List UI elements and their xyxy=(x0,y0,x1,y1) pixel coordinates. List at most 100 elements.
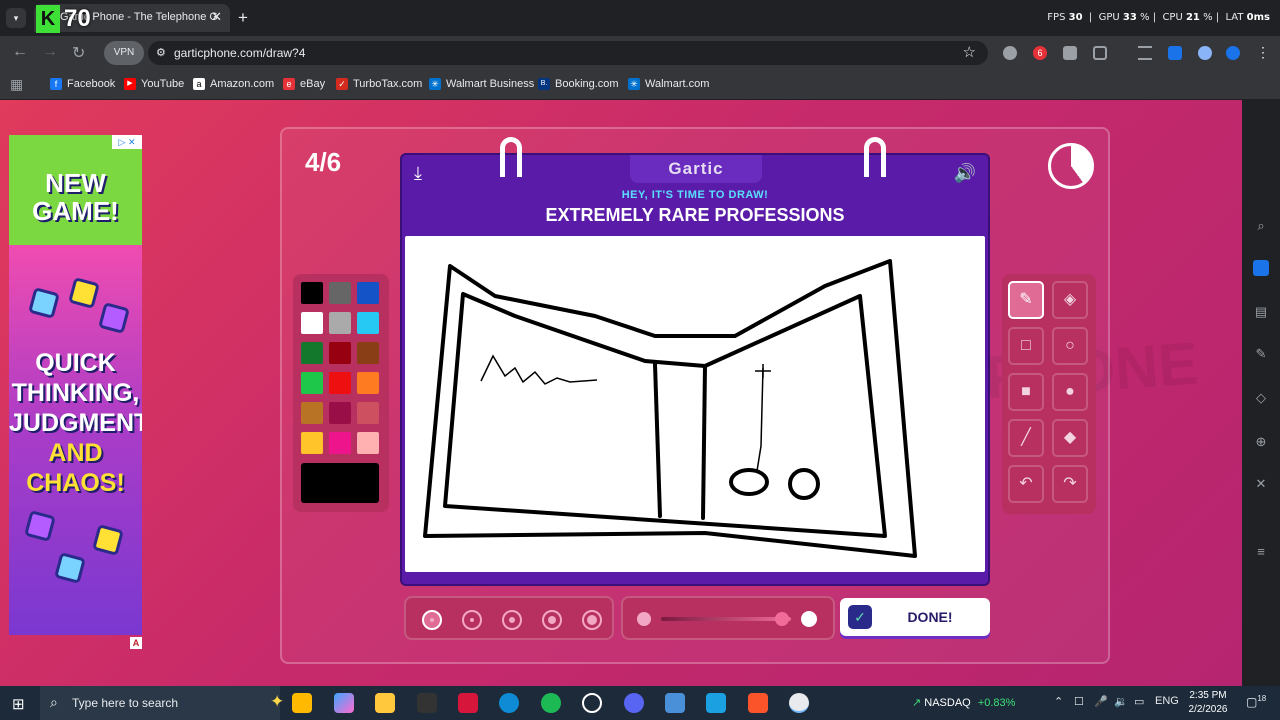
bookmark-star-icon[interactable]: ☆ xyxy=(963,43,976,61)
stock-ticker[interactable]: ↗ NASDAQ +0.83% xyxy=(912,696,1015,709)
vpn-button[interactable]: VPN xyxy=(104,41,144,65)
rectangle-fill-tool-icon[interactable]: ■ xyxy=(1008,373,1044,411)
apps-grid-icon[interactable]: ▦ xyxy=(10,76,23,93)
tools-icon[interactable]: ✕ xyxy=(1253,476,1269,492)
new-tab-button[interactable]: + xyxy=(238,8,248,28)
discord-icon[interactable] xyxy=(624,693,644,713)
color-swatch[interactable] xyxy=(357,372,379,394)
opacity-slider[interactable] xyxy=(621,596,835,640)
settings-sliders-icon[interactable]: ≡ xyxy=(1253,544,1269,560)
bookmark-ebay[interactable]: e eBay xyxy=(283,78,325,90)
sidebar-toggle-icon[interactable] xyxy=(1168,46,1182,60)
color-swatch[interactable] xyxy=(357,402,379,424)
color-swatch[interactable] xyxy=(301,342,323,364)
drawing-canvas[interactable]: PHONE xyxy=(405,236,1200,572)
brush-size-3[interactable] xyxy=(502,610,522,630)
extension-badge-icon[interactable]: 6 xyxy=(1033,46,1047,60)
spotify-icon[interactable] xyxy=(541,693,561,713)
volume-icon[interactable]: 🔉 xyxy=(1114,695,1128,708)
color-swatch[interactable] xyxy=(301,432,323,454)
advertisement[interactable]: NEW GAME! QUICK THINKING, JUDGMENT AND C… xyxy=(9,135,142,635)
extension-icon[interactable] xyxy=(1003,46,1017,60)
bookmark-walmart[interactable]: ✳ Walmart.com xyxy=(628,78,709,90)
browser-menu-icon[interactable]: ⋮ xyxy=(1256,44,1270,61)
microphone-icon[interactable]: 🎤 xyxy=(1094,695,1108,708)
brush-size-2[interactable] xyxy=(462,610,482,630)
chrome-icon[interactable] xyxy=(789,693,809,713)
tray-icon[interactable]: ☐ xyxy=(1074,695,1084,708)
store-icon[interactable] xyxy=(292,693,312,713)
undo-icon[interactable]: ↶ xyxy=(1008,465,1044,503)
notes-icon[interactable]: ✎ xyxy=(1253,346,1269,362)
download-icon[interactable]: ⤓ xyxy=(414,163,422,184)
bookmark-walmart-business[interactable]: ✳ Walmart Business xyxy=(429,78,534,90)
color-swatch[interactable] xyxy=(301,282,323,304)
speaker-icon[interactable]: 🔊 xyxy=(954,163,976,184)
copilot-app-icon[interactable] xyxy=(334,693,354,713)
redo-icon[interactable]: ↷ xyxy=(1052,465,1088,503)
color-swatch[interactable] xyxy=(357,432,379,454)
line-tool-icon[interactable]: ╱ xyxy=(1008,419,1044,457)
brush-size-1[interactable] xyxy=(422,610,442,630)
brush-size-4[interactable] xyxy=(542,610,562,630)
windows-start-icon[interactable]: ⊞ xyxy=(12,695,25,713)
circle-fill-tool-icon[interactable]: ● xyxy=(1052,373,1088,411)
tray-chevron-icon[interactable]: ⌃ xyxy=(1054,695,1063,708)
site-info-icon[interactable]: ⚙ xyxy=(156,46,166,59)
color-swatch[interactable] xyxy=(301,402,323,424)
extension-icon[interactable] xyxy=(1063,46,1077,60)
tag-icon[interactable]: ◇ xyxy=(1253,390,1269,406)
extensions-puzzle-icon[interactable] xyxy=(1093,46,1107,60)
color-swatch[interactable] xyxy=(329,312,351,334)
clock-app-icon[interactable] xyxy=(582,693,602,713)
bookmark-amazon[interactable]: a Amazon.com xyxy=(193,78,274,90)
back-icon[interactable]: ← xyxy=(12,43,28,61)
profile-avatar[interactable] xyxy=(1198,46,1212,60)
color-swatch[interactable] xyxy=(357,282,379,304)
file-explorer-icon[interactable] xyxy=(375,693,395,713)
brush-size-5[interactable] xyxy=(582,610,602,630)
pencil-tool-icon[interactable]: ✎ xyxy=(1008,281,1044,319)
taskbar-clock[interactable]: 2:35 PM 2/2/2026 xyxy=(1182,689,1234,717)
app-icon[interactable] xyxy=(665,693,685,713)
wps-icon[interactable] xyxy=(458,693,478,713)
color-swatch[interactable] xyxy=(329,432,351,454)
notification-icon[interactable]: ▢18 xyxy=(1246,694,1266,709)
color-swatch[interactable] xyxy=(329,282,351,304)
color-swatch[interactable] xyxy=(357,312,379,334)
color-swatch[interactable] xyxy=(301,372,323,394)
bookmark-booking[interactable]: B. Booking.com xyxy=(538,78,619,90)
bookmark-turbotax[interactable]: ✓ TurboTax.com xyxy=(336,78,422,90)
reload-icon[interactable]: ↻ xyxy=(72,43,85,63)
language-indicator[interactable]: ENG xyxy=(1155,695,1179,707)
circle-outline-tool-icon[interactable]: ○ xyxy=(1052,327,1088,365)
bookmark-youtube[interactable]: ▶ YouTube xyxy=(124,78,184,90)
opacity-handle[interactable] xyxy=(775,612,789,626)
taskbar-search[interactable]: ⌕ Type here to search ✦ xyxy=(40,686,284,720)
close-tab-icon[interactable]: ✕ xyxy=(211,9,222,25)
network-icon[interactable]: ▭ xyxy=(1134,695,1144,708)
forward-icon[interactable]: → xyxy=(42,43,58,61)
clipboard-icon[interactable]: ▤ xyxy=(1253,304,1269,320)
queue-icon[interactable] xyxy=(1138,46,1152,60)
rectangle-outline-tool-icon[interactable]: □ xyxy=(1008,327,1044,365)
bookmark-facebook[interactable]: f Facebook xyxy=(50,78,115,90)
color-swatch[interactable] xyxy=(329,342,351,364)
fill-bucket-tool-icon[interactable]: ◆ xyxy=(1052,419,1088,457)
address-bar[interactable]: ⚙ garticphone.com/draw?4 ☆ xyxy=(148,41,988,65)
copilot-icon[interactable] xyxy=(1253,260,1269,276)
color-swatch[interactable] xyxy=(357,342,379,364)
ad-choices-icon[interactable]: ▷ ✕ xyxy=(112,135,142,149)
app-icon[interactable] xyxy=(417,693,437,713)
app-icon[interactable] xyxy=(706,693,726,713)
brave-icon[interactable] xyxy=(748,693,768,713)
gamepad-icon[interactable]: ⊕ xyxy=(1253,434,1269,450)
opacity-track[interactable] xyxy=(661,617,791,621)
color-swatch[interactable] xyxy=(329,372,351,394)
done-button[interactable]: ✓ DONE! xyxy=(840,598,990,636)
color-swatch[interactable] xyxy=(329,402,351,424)
edge-icon[interactable] xyxy=(499,693,519,713)
shield-icon[interactable] xyxy=(1226,46,1240,60)
search-icon[interactable]: ⌕ xyxy=(1253,218,1269,234)
color-swatch[interactable] xyxy=(301,312,323,334)
